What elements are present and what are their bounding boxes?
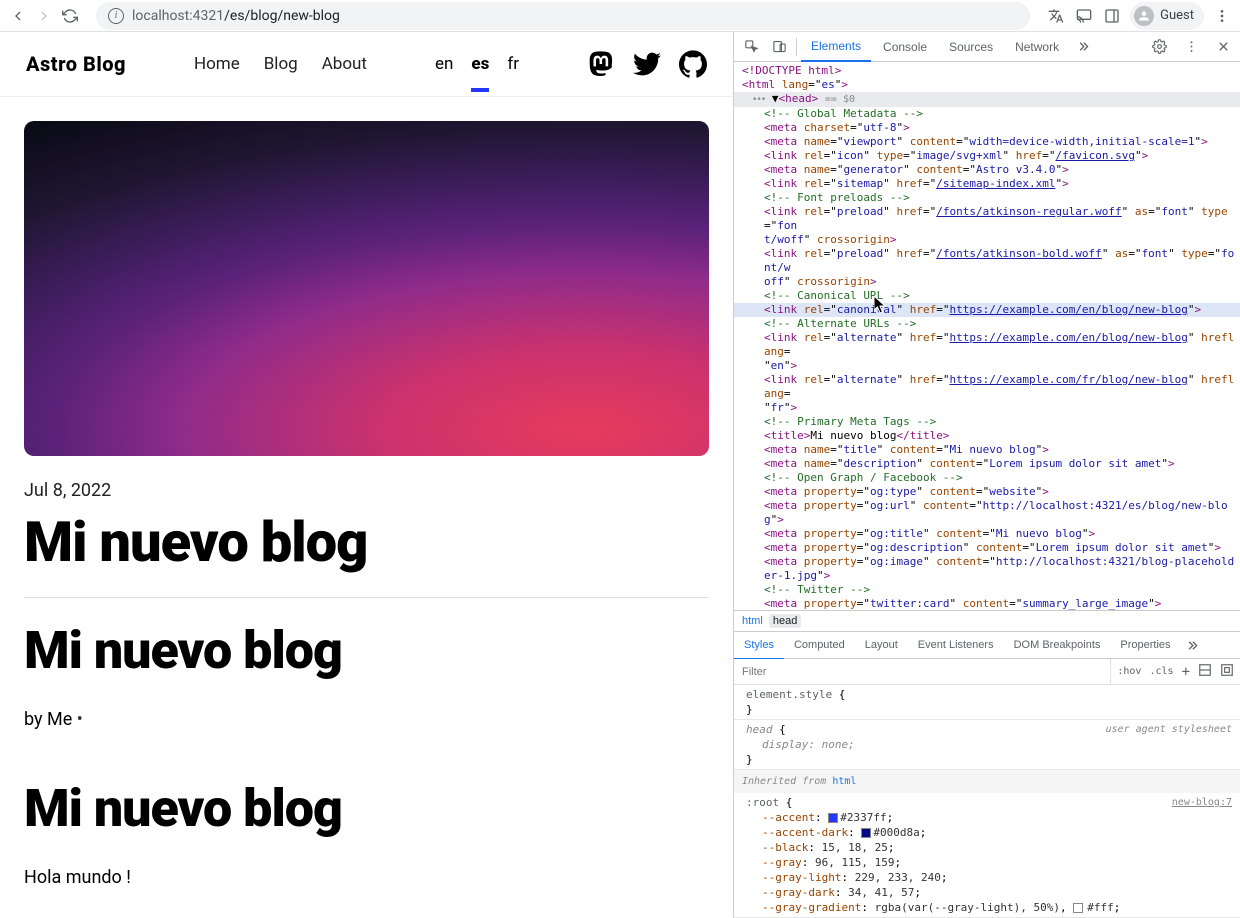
- box-model-icon[interactable]: [1220, 663, 1234, 680]
- content-heading-1: Mi nuevo blog: [24, 620, 709, 681]
- back-button[interactable]: [8, 6, 28, 26]
- divider: [24, 597, 709, 598]
- close-devtools-icon[interactable]: [1210, 34, 1236, 60]
- avatar-icon: [1134, 6, 1154, 26]
- tab-event-listeners[interactable]: Event Listeners: [908, 631, 1004, 659]
- mastodon-icon[interactable]: [587, 50, 615, 78]
- translate-icon[interactable]: [1046, 6, 1066, 26]
- styles-pane[interactable]: element.style { } user agent stylesheeth…: [734, 685, 1240, 918]
- sidepanel-icon[interactable]: [1102, 6, 1122, 26]
- forward-button[interactable]: [34, 6, 54, 26]
- hero-image: [24, 121, 709, 456]
- device-toggle-icon[interactable]: [766, 34, 792, 60]
- profile-button[interactable]: Guest: [1130, 2, 1204, 30]
- more-tabs-icon[interactable]: [1071, 34, 1097, 60]
- page-title: Mi nuevo blog: [24, 509, 709, 575]
- tab-computed[interactable]: Computed: [784, 631, 855, 659]
- tab-network[interactable]: Network: [1005, 32, 1069, 62]
- tab-sources[interactable]: Sources: [939, 32, 1003, 62]
- article-body: Hola mundo !: [24, 867, 709, 888]
- nav-about[interactable]: About: [322, 54, 367, 74]
- settings-icon[interactable]: [1146, 34, 1172, 60]
- github-icon[interactable]: [679, 50, 707, 78]
- twitter-icon[interactable]: [633, 50, 661, 78]
- site-title[interactable]: Astro Blog: [26, 52, 126, 76]
- language-switcher: en es fr: [435, 54, 519, 74]
- computed-sidebar-icon[interactable]: [1198, 663, 1212, 680]
- cast-icon[interactable]: [1074, 6, 1094, 26]
- crumb-head[interactable]: head: [769, 614, 801, 628]
- tab-dom-breakpoints[interactable]: DOM Breakpoints: [1004, 631, 1111, 659]
- reload-button[interactable]: [60, 6, 80, 26]
- kebab-menu-icon[interactable]: [1212, 6, 1232, 26]
- lang-es[interactable]: es: [471, 54, 489, 92]
- inspect-icon[interactable]: [738, 34, 764, 60]
- lang-fr[interactable]: fr: [507, 54, 519, 74]
- devtools-menu-icon[interactable]: [1178, 34, 1204, 60]
- tab-console[interactable]: Console: [873, 32, 937, 62]
- publish-date: Jul 8, 2022: [24, 480, 709, 501]
- devtools-panel: Elements Console Sources Network <!DOCTY…: [734, 32, 1240, 918]
- site-info-icon[interactable]: i: [108, 8, 124, 24]
- breadcrumb[interactable]: html head: [734, 610, 1240, 631]
- content-heading-2: Mi nuevo blog: [24, 778, 709, 839]
- crumb-html[interactable]: html: [742, 615, 763, 627]
- styles-filter-input[interactable]: [734, 659, 1111, 684]
- site-nav: Home Blog About: [194, 54, 367, 74]
- cls-toggle[interactable]: .cls: [1149, 666, 1173, 677]
- selected-canonical-line[interactable]: <link rel="canonical" href="https://exam…: [734, 303, 1240, 317]
- more-styles-tabs-icon[interactable]: [1181, 632, 1207, 658]
- nav-home[interactable]: Home: [194, 54, 240, 74]
- hov-toggle[interactable]: :hov: [1117, 666, 1141, 677]
- address-bar[interactable]: i localhost:4321/es/blog/new-blog: [96, 2, 1030, 30]
- tab-styles[interactable]: Styles: [734, 632, 784, 660]
- byline: by Me •: [24, 709, 709, 730]
- new-style-rule-icon[interactable]: +: [1182, 664, 1190, 680]
- tab-properties[interactable]: Properties: [1110, 631, 1180, 659]
- page-viewport: Astro Blog Home Blog About en es fr Jul …: [0, 32, 734, 918]
- elements-tree[interactable]: <!DOCTYPE html> <html lang="es"> ••• ▼<h…: [734, 62, 1240, 610]
- lang-en[interactable]: en: [435, 54, 453, 74]
- tab-elements[interactable]: Elements: [801, 32, 871, 62]
- tab-layout[interactable]: Layout: [855, 631, 908, 659]
- nav-blog[interactable]: Blog: [264, 54, 298, 74]
